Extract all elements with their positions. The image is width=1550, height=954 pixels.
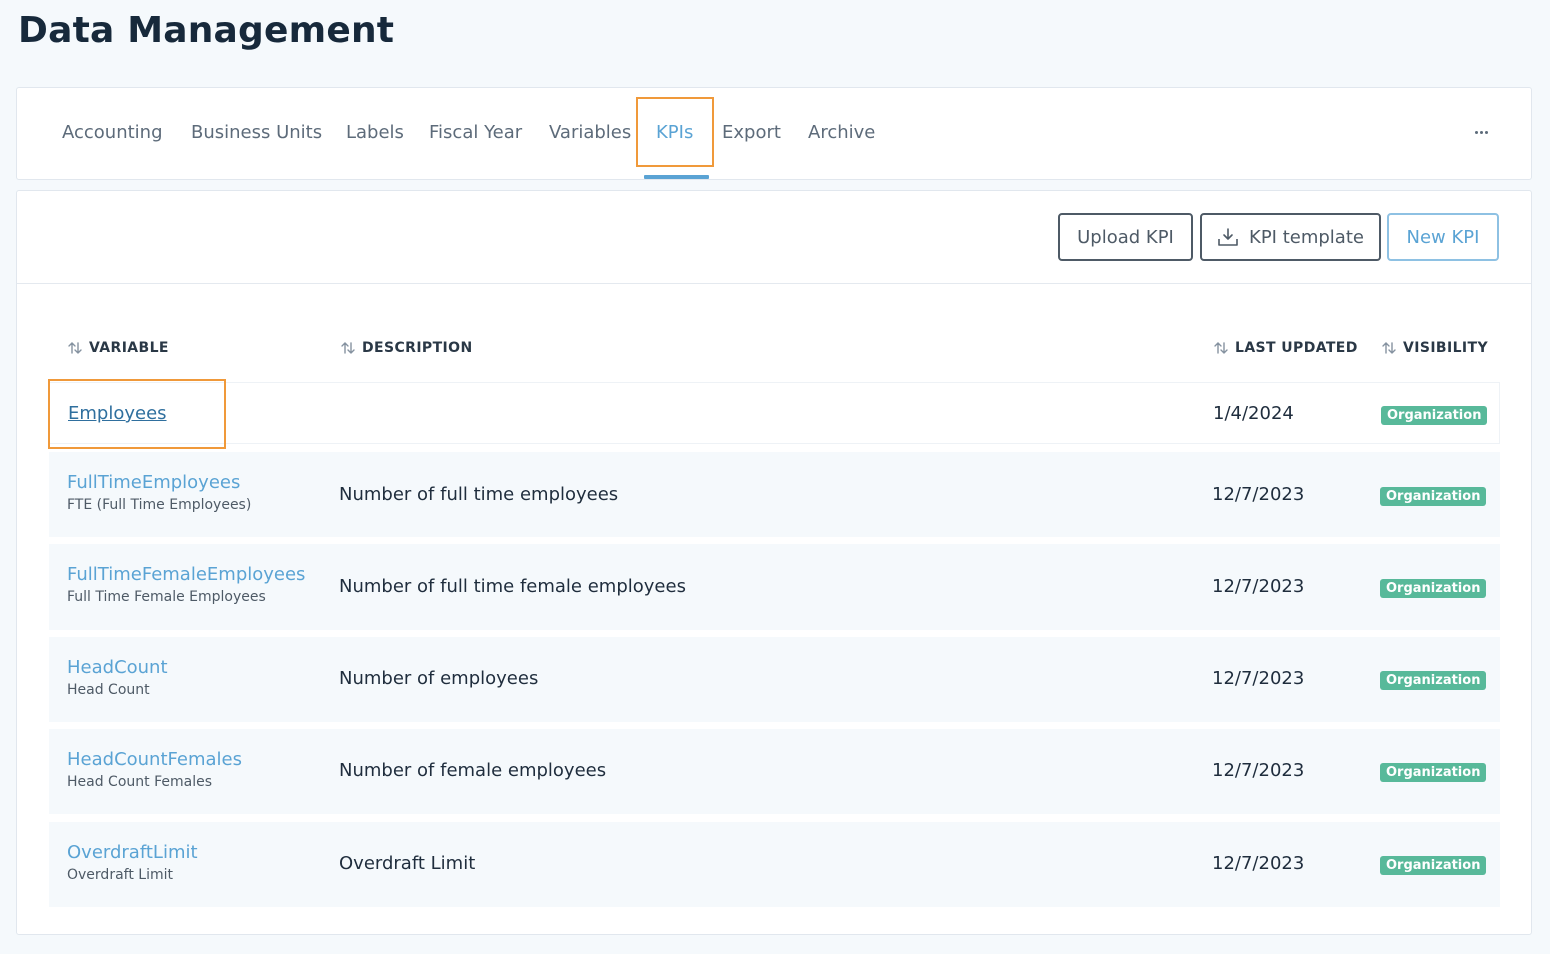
description-cell: Number of employees — [339, 668, 539, 689]
last-updated-cell: 1/4/2024 — [1213, 403, 1294, 424]
tab-variables[interactable]: Variables — [549, 122, 631, 143]
last-updated-cell: 12/7/2023 — [1212, 853, 1305, 874]
table-row[interactable]: HeadCountFemales Head Count Females Numb… — [49, 729, 1500, 814]
visibility-badge: Organization — [1380, 487, 1487, 506]
column-header-description[interactable]: DESCRIPTION — [340, 340, 473, 356]
upload-kpi-label: Upload KPI — [1077, 226, 1174, 248]
download-icon — [1218, 228, 1238, 246]
variable-subtitle: Full Time Female Employees — [67, 589, 266, 605]
variable-link[interactable]: HeadCountFemales — [67, 749, 242, 770]
table-row[interactable]: OverdraftLimit Overdraft Limit Overdraft… — [49, 822, 1500, 907]
last-updated-cell: 12/7/2023 — [1212, 668, 1305, 689]
sort-icon — [341, 342, 355, 354]
description-cell: Number of full time female employees — [339, 576, 686, 597]
tab-export[interactable]: Export — [722, 122, 781, 143]
visibility-badge: Organization — [1380, 579, 1487, 598]
new-kpi-label: New KPI — [1406, 226, 1480, 248]
column-header-last-updated[interactable]: LAST UPDATED — [1213, 340, 1358, 356]
description-cell: Number of female employees — [339, 760, 607, 781]
last-updated-cell: 12/7/2023 — [1212, 760, 1305, 781]
variable-link[interactable]: FullTimeFemaleEmployees — [67, 564, 305, 585]
more-horizontal-icon[interactable] — [1469, 120, 1493, 144]
description-cell: Overdraft Limit — [339, 853, 476, 874]
page-title: Data Management — [18, 10, 395, 51]
tab-business-units[interactable]: Business Units — [191, 122, 322, 143]
toolbar-divider — [17, 283, 1531, 284]
column-header-visibility[interactable]: VISIBILITY — [1381, 340, 1488, 356]
tab-fiscal-year[interactable]: Fiscal Year — [429, 122, 522, 143]
visibility-badge: Organization — [1381, 406, 1488, 425]
variable-subtitle: Head Count Females — [67, 774, 212, 790]
column-header-description-label: DESCRIPTION — [362, 340, 473, 356]
sort-icon — [1214, 342, 1228, 354]
tab-kpis[interactable]: KPIs — [656, 122, 693, 143]
visibility-badge: Organization — [1380, 856, 1487, 875]
table-row[interactable]: FullTimeFemaleEmployees Full Time Female… — [49, 544, 1500, 630]
upload-kpi-button[interactable]: Upload KPI — [1058, 213, 1193, 261]
table-row[interactable]: HeadCount Head Count Number of employees… — [49, 637, 1500, 722]
variable-link[interactable]: OverdraftLimit — [67, 842, 198, 863]
variable-subtitle: FTE (Full Time Employees) — [67, 497, 252, 513]
kpi-panel: Upload KPI KPI template New KPI VARIABLE… — [16, 190, 1532, 935]
column-header-visibility-label: VISIBILITY — [1403, 340, 1489, 356]
tabs-bar: Accounting Business Units Labels Fiscal … — [16, 87, 1532, 180]
description-cell: Number of full time employees — [339, 484, 619, 505]
column-header-variable-label: VARIABLE — [89, 340, 169, 356]
last-updated-cell: 12/7/2023 — [1212, 484, 1305, 505]
variable-link[interactable]: FullTimeEmployees — [67, 472, 251, 493]
table-row[interactable]: Employees 1/4/2024 Organization — [49, 382, 1500, 444]
tab-archive[interactable]: Archive — [808, 122, 875, 143]
variable-link[interactable]: HeadCount — [67, 657, 168, 678]
tab-labels[interactable]: Labels — [346, 122, 404, 143]
kpi-template-label: KPI template — [1249, 226, 1364, 248]
column-header-variable[interactable]: VARIABLE — [67, 340, 169, 356]
sort-icon — [68, 342, 82, 354]
variable-link[interactable]: Employees — [68, 403, 167, 424]
new-kpi-button[interactable]: New KPI — [1387, 213, 1499, 261]
variable-subtitle: Overdraft Limit — [67, 867, 173, 883]
table-row[interactable]: FullTimeEmployees FTE (Full Time Employe… — [49, 452, 1500, 537]
variable-subtitle: Head Count — [67, 682, 150, 698]
kpi-template-button[interactable]: KPI template — [1200, 213, 1381, 261]
visibility-badge: Organization — [1380, 671, 1487, 690]
tab-accounting[interactable]: Accounting — [62, 122, 163, 143]
visibility-badge: Organization — [1380, 763, 1487, 782]
column-header-last-updated-label: LAST UPDATED — [1235, 340, 1358, 356]
last-updated-cell: 12/7/2023 — [1212, 576, 1305, 597]
active-tab-indicator — [644, 175, 709, 179]
sort-icon — [1382, 342, 1396, 354]
